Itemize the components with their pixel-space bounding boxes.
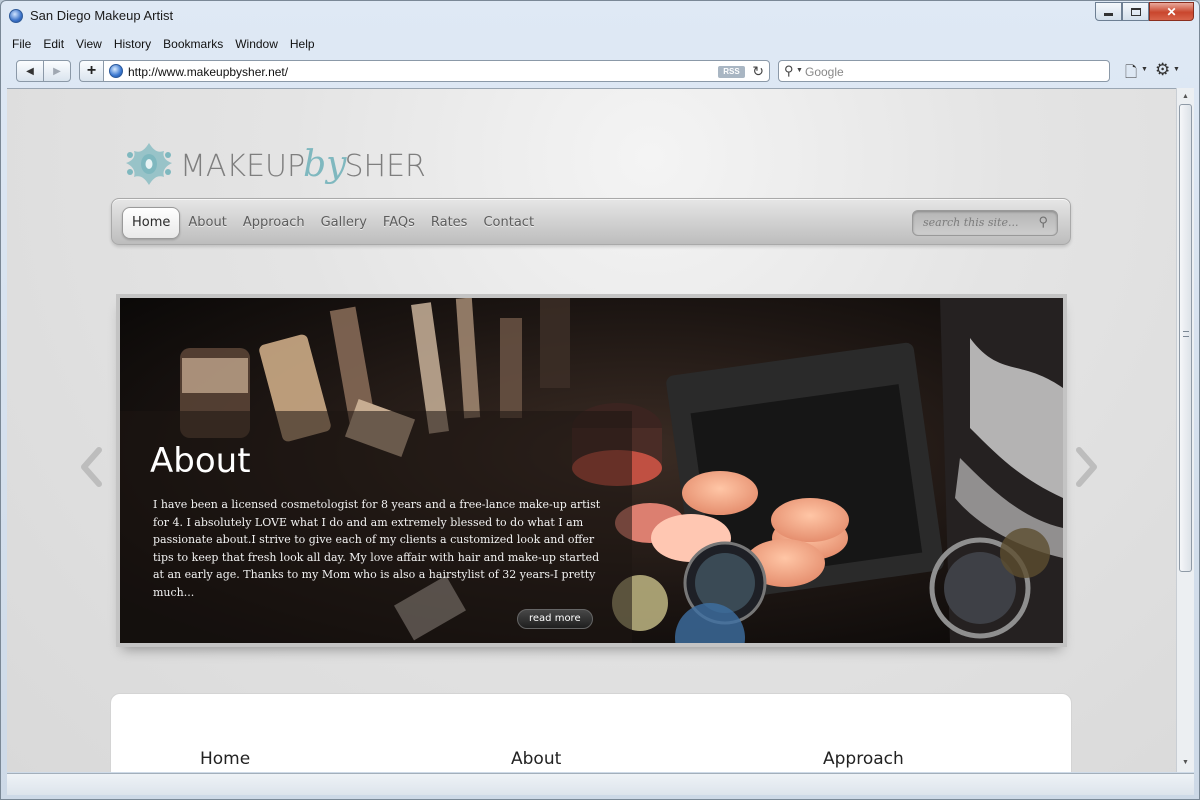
history-nav: ◀ ▶ xyxy=(16,60,71,82)
nav-about[interactable]: About xyxy=(180,208,234,238)
menu-view[interactable]: View xyxy=(70,34,108,54)
url-text: http://www.makeupbysher.net/ xyxy=(128,65,289,79)
logo-by-text: by xyxy=(303,144,347,185)
address-bar[interactable]: http://www.makeupbysher.net/ RSS ↻ xyxy=(103,60,770,82)
gear-menu-caret-icon: ▼ xyxy=(1173,66,1180,73)
maximize-icon xyxy=(1130,7,1141,16)
read-more-button[interactable]: read more xyxy=(517,609,593,629)
status-bar xyxy=(7,773,1194,795)
slider-prev-arrow-icon[interactable] xyxy=(79,447,105,487)
nav-contact[interactable]: Contact xyxy=(475,208,542,238)
site-search-icon[interactable]: ⚲ xyxy=(1038,214,1048,230)
slide-title: About xyxy=(150,441,251,481)
slide-about: About I have been a licensed cosmetologi… xyxy=(120,298,1063,643)
safari-icon xyxy=(9,9,23,23)
slider-next-arrow-icon[interactable] xyxy=(1073,447,1099,487)
column-approach-heading: Approach xyxy=(823,749,904,769)
logo-make-text: MAKEUP xyxy=(180,149,306,184)
menu-window[interactable]: Window xyxy=(229,34,284,54)
maximize-button[interactable] xyxy=(1122,2,1149,21)
add-bookmark-button[interactable]: + xyxy=(79,60,103,82)
page-menu-caret-icon: ▼ xyxy=(1141,66,1148,73)
window-controls: ✕ xyxy=(1095,2,1194,22)
menu-help[interactable]: Help xyxy=(284,34,321,54)
nav-approach[interactable]: Approach xyxy=(235,208,313,238)
minimize-icon xyxy=(1104,12,1113,16)
minimize-button[interactable] xyxy=(1095,2,1122,21)
window-title: San Diego Makeup Artist xyxy=(30,8,174,23)
scroll-down-arrow-icon[interactable]: ▼ xyxy=(1177,756,1194,770)
site-navbar: Home About Approach Gallery FAQs Rates C… xyxy=(111,198,1071,245)
slide-text: I have been a licensed cosmetologist for… xyxy=(153,498,601,599)
content-box: Home About Approach xyxy=(110,693,1072,772)
scrollbar-thumb[interactable] xyxy=(1179,104,1192,572)
logo-sher-text: SHER xyxy=(344,149,426,184)
nav-gallery[interactable]: Gallery xyxy=(313,208,375,238)
search-placeholder: Google xyxy=(805,65,844,79)
globe-icon xyxy=(109,64,123,78)
gear-icon[interactable]: ⚙ xyxy=(1155,60,1170,80)
page-viewport: MAKEUPbySHER Home About Approach Gallery… xyxy=(7,88,1176,772)
vertical-scrollbar[interactable]: ▲ ▼ xyxy=(1176,88,1194,772)
close-button[interactable]: ✕ xyxy=(1149,2,1194,21)
menu-file[interactable]: File xyxy=(6,34,37,54)
column-home-heading: Home xyxy=(200,749,251,769)
nav-rates[interactable]: Rates xyxy=(423,208,476,238)
logo-wordmark: MAKEUPbySHER xyxy=(180,144,426,185)
scroll-up-arrow-icon[interactable]: ▲ xyxy=(1177,90,1194,104)
search-icon: ⚲ xyxy=(784,63,794,78)
close-icon: ✕ xyxy=(1166,4,1177,19)
nav-links: Home About Approach Gallery FAQs Rates C… xyxy=(122,207,542,239)
scrollbar-grip-icon xyxy=(1183,331,1189,337)
reload-icon[interactable]: ↻ xyxy=(752,63,764,80)
column-about-heading: About xyxy=(511,749,562,769)
title-bar: San Diego Makeup Artist ✕ xyxy=(1,1,1199,31)
slide-caption: About I have been a licensed cosmetologi… xyxy=(120,411,632,643)
back-button[interactable]: ◀ xyxy=(17,61,44,81)
menu-edit[interactable]: Edit xyxy=(37,34,70,54)
hero-slider: About I have been a licensed cosmetologi… xyxy=(116,294,1067,647)
forward-button[interactable]: ▶ xyxy=(44,61,70,81)
browser-window: San Diego Makeup Artist ✕ File Edit View… xyxy=(0,0,1200,800)
page-menu-icon[interactable]: 🗋 xyxy=(1125,62,1137,87)
nav-home[interactable]: Home xyxy=(122,207,181,239)
site-search-placeholder: search this site... xyxy=(923,216,1019,229)
search-engine-dropdown-icon[interactable]: ▼ xyxy=(796,67,803,74)
nav-faqs[interactable]: FAQs xyxy=(375,208,423,238)
toolbar: ◀ ▶ + http://www.makeupbysher.net/ RSS ↻… xyxy=(1,57,1199,87)
menu-bar: File Edit View History Bookmarks Window … xyxy=(6,34,321,54)
search-input[interactable]: ⚲ ▼ Google xyxy=(778,60,1110,82)
menu-history[interactable]: History xyxy=(108,34,157,54)
damask-logo-icon xyxy=(126,143,172,185)
rss-button[interactable]: RSS xyxy=(718,66,745,78)
menu-bookmarks[interactable]: Bookmarks xyxy=(157,34,229,54)
site-search-input[interactable]: search this site... ⚲ xyxy=(912,210,1058,236)
